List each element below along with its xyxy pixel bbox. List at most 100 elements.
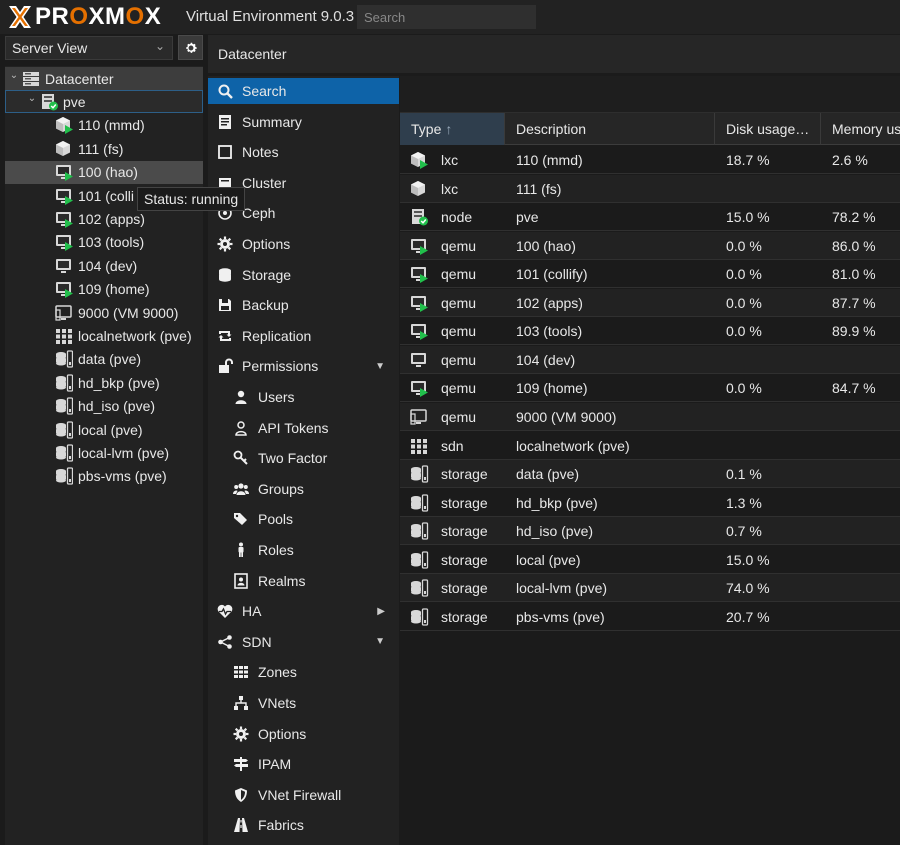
nav-item-pools[interactable]: Pools bbox=[208, 506, 399, 532]
tree-node-label: 9000 (VM 9000) bbox=[78, 304, 179, 321]
column-header-disk-usage[interactable]: Disk usage… bbox=[715, 113, 821, 145]
nav-item-realms[interactable]: Realms bbox=[208, 568, 399, 594]
nav-item-search[interactable]: Search bbox=[208, 78, 399, 104]
app-title: Virtual Environment 9.0.3 bbox=[186, 8, 355, 25]
disk-usage-cell: 1.3 % bbox=[726, 494, 762, 511]
table-row[interactable]: storage pbs-vms (pve) 20.7 % bbox=[400, 603, 900, 631]
nav-item-label: Groups bbox=[258, 480, 304, 497]
proxmox-logo[interactable]: PROXMOX bbox=[7, 4, 161, 30]
tree-node-104-dev[interactable]: 104 (dev) bbox=[5, 254, 203, 277]
tree-node-data-pve[interactable]: data (pve) bbox=[5, 348, 203, 371]
tree-node-local-lvm-pve[interactable]: local-lvm (pve) bbox=[5, 441, 203, 464]
view-selector[interactable]: Server View ⌄ bbox=[5, 36, 173, 60]
nav-item-options[interactable]: Options bbox=[208, 721, 399, 747]
nav-item-ipam[interactable]: IPAM bbox=[208, 751, 399, 777]
nav-item-label: API Tokens bbox=[258, 419, 329, 436]
type-label: lxc bbox=[441, 152, 459, 168]
table-row[interactable]: qemu 109 (home) 0.0 % 84.7 % bbox=[400, 374, 900, 403]
proxmox-x-icon bbox=[9, 6, 31, 28]
tree-node-110-mmd[interactable]: 110 (mmd) bbox=[5, 114, 203, 137]
nav-item-options[interactable]: Options bbox=[208, 231, 399, 257]
table-row[interactable]: qemu 101 (collify) 0.0 % 81.0 % bbox=[400, 260, 900, 289]
description-cell: localnetwork (pve) bbox=[516, 437, 630, 454]
nav-item-vnets[interactable]: VNets bbox=[208, 690, 399, 716]
tree-node-100-hao[interactable]: 100 (hao) bbox=[5, 160, 203, 184]
vm-running-icon bbox=[56, 235, 73, 252]
nav-item-fabrics[interactable]: Fabrics bbox=[208, 812, 399, 838]
table-row[interactable]: lxc 111 (fs) bbox=[400, 174, 900, 203]
tree-node-hd-bkp-pve[interactable]: hd_bkp (pve) bbox=[5, 371, 203, 394]
tree-node-pve[interactable]: ⌄ pve bbox=[5, 90, 203, 114]
disk-usage-cell: 0.0 % bbox=[726, 380, 762, 397]
nav-item-two-factor[interactable]: Two Factor bbox=[208, 445, 399, 471]
nav-item-groups[interactable]: Groups bbox=[208, 476, 399, 502]
tree-node-9000-vm-9000[interactable]: 9000 (VM 9000) bbox=[5, 301, 203, 324]
nav-item-zones[interactable]: Zones bbox=[208, 659, 399, 685]
expand-arrow-icon[interactable]: ⌄ bbox=[8, 70, 20, 81]
caret-right-icon[interactable]: ▶ bbox=[377, 606, 385, 617]
vm-running-icon bbox=[411, 267, 428, 284]
nav-item-replication[interactable]: Replication bbox=[208, 323, 399, 349]
resource-tree: ⌄ Datacenter ⌄ pve 110 (mmd) 111 (fs) 100 (hao… bbox=[5, 66, 203, 845]
storage-icon bbox=[411, 551, 429, 569]
table-row[interactable]: node pve 15.0 % 78.2 % bbox=[400, 203, 900, 232]
search-input[interactable] bbox=[357, 5, 536, 29]
tree-settings-button[interactable] bbox=[178, 35, 203, 60]
nav-item-backup[interactable]: Backup bbox=[208, 292, 399, 318]
tree-node-label: 100 (hao) bbox=[78, 164, 138, 181]
table-row[interactable]: qemu 9000 (VM 9000) bbox=[400, 402, 900, 431]
nav-item-notes[interactable]: Notes bbox=[208, 139, 399, 165]
shield-icon bbox=[232, 786, 250, 804]
disk-usage-cell: 0.1 % bbox=[726, 466, 762, 483]
tree-node-pbs-vms-pve[interactable]: pbs-vms (pve) bbox=[5, 465, 203, 488]
tree-node-local-pve[interactable]: local (pve) bbox=[5, 418, 203, 441]
column-header-memory-usage[interactable]: Memory us bbox=[821, 113, 900, 145]
table-row[interactable]: sdn localnetwork (pve) bbox=[400, 432, 900, 460]
summary-icon bbox=[216, 113, 234, 131]
tree-node-label: local (pve) bbox=[78, 421, 143, 438]
expand-arrow-icon[interactable]: ⌄ bbox=[26, 93, 38, 104]
caret-down-icon[interactable]: ▼ bbox=[375, 636, 385, 647]
table-row[interactable]: qemu 103 (tools) 0.0 % 89.9 % bbox=[400, 317, 900, 346]
memory-usage-cell: 2.6 % bbox=[832, 152, 868, 168]
description-cell: 111 (fs) bbox=[516, 180, 562, 197]
nav-item-vnet-firewall[interactable]: VNet Firewall bbox=[208, 782, 399, 808]
tree-node-109-home[interactable]: 109 (home) bbox=[5, 278, 203, 301]
vm-running-icon bbox=[411, 238, 428, 255]
table-row[interactable]: qemu 102 (apps) 0.0 % 87.7 % bbox=[400, 288, 900, 317]
table-row[interactable]: storage hd_bkp (pve) 1.3 % bbox=[400, 489, 900, 517]
nav-item-storage[interactable]: Storage bbox=[208, 262, 399, 288]
type-cell: storage bbox=[400, 517, 505, 545]
table-row[interactable]: lxc 110 (mmd) 18.7 % 2.6 % bbox=[400, 146, 900, 174]
nav-item-roles[interactable]: Roles bbox=[208, 537, 399, 563]
sdn-share-icon bbox=[216, 633, 234, 651]
tree-node-103-tools[interactable]: 103 (tools) bbox=[5, 231, 203, 254]
tree-node-label: 103 (tools) bbox=[78, 234, 145, 251]
nav-item-api-tokens[interactable]: API Tokens bbox=[208, 415, 399, 441]
disk-usage-cell bbox=[715, 175, 821, 203]
tree-node-111-fs[interactable]: 111 (fs) bbox=[5, 137, 203, 160]
caret-down-icon[interactable]: ▼ bbox=[375, 361, 385, 372]
tree-node-hd-iso-pve[interactable]: hd_iso (pve) bbox=[5, 395, 203, 418]
tree-node-localnetwork-pve[interactable]: localnetwork (pve) bbox=[5, 324, 203, 347]
nav-item-ha[interactable]: HA ▶ bbox=[208, 598, 399, 624]
nav-item-users[interactable]: Users bbox=[208, 384, 399, 410]
nav-item-summary[interactable]: Summary bbox=[208, 109, 399, 135]
nav-item-sdn[interactable]: SDN ▼ bbox=[208, 629, 399, 655]
table-row[interactable]: storage hd_iso (pve) 0.7 % bbox=[400, 517, 900, 546]
user-outline-icon bbox=[232, 419, 250, 437]
tree-node-datacenter[interactable]: ⌄ Datacenter bbox=[5, 67, 203, 90]
description-cell: local-lvm (pve) bbox=[516, 580, 608, 597]
column-header-type[interactable]: Type ↑ bbox=[400, 113, 505, 145]
table-row[interactable]: storage data (pve) 0.1 % bbox=[400, 460, 900, 489]
disk-usage-cell bbox=[715, 346, 821, 374]
nav-item-permissions[interactable]: Permissions ▼ bbox=[208, 353, 399, 379]
column-header-description[interactable]: Description bbox=[505, 113, 715, 145]
database-icon bbox=[216, 266, 234, 284]
table-row[interactable]: storage local (pve) 15.0 % bbox=[400, 546, 900, 574]
sdn-icon bbox=[411, 438, 427, 454]
table-row[interactable]: storage local-lvm (pve) 74.0 % bbox=[400, 574, 900, 603]
address-book-icon bbox=[232, 572, 250, 590]
table-row[interactable]: qemu 104 (dev) bbox=[400, 345, 900, 374]
table-row[interactable]: qemu 100 (hao) 0.0 % 86.0 % bbox=[400, 231, 900, 260]
